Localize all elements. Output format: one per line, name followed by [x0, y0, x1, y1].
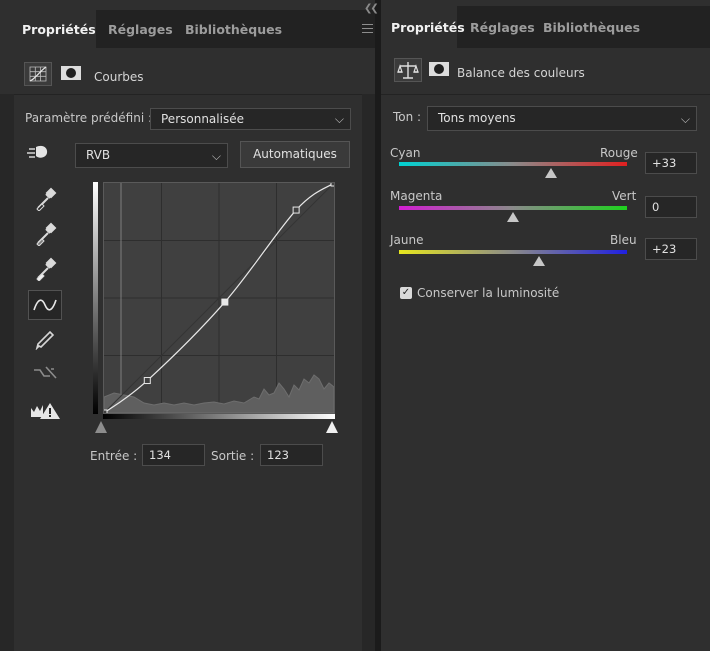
tone-dropdown[interactable]: Tons moyens ⌵	[427, 106, 697, 131]
curve-point[interactable]	[292, 206, 300, 214]
chevron-down-icon: ⌵	[680, 112, 690, 126]
cyan-red-thumb[interactable]	[544, 168, 557, 178]
adjustment-header: Courbes	[0, 48, 375, 95]
white-point-slider[interactable]	[326, 421, 338, 433]
output-label: Sortie :	[211, 449, 255, 463]
eyedropper-black-icon[interactable]	[28, 184, 62, 214]
magenta-green-field[interactable]: 0	[645, 196, 697, 218]
color-balance-icon	[394, 58, 422, 82]
eyedropper-gray-icon[interactable]	[28, 219, 62, 249]
curve-point[interactable]	[143, 377, 151, 385]
curve-point[interactable]	[104, 409, 108, 413]
panel-edge	[0, 94, 14, 651]
tab-adjustments[interactable]: Réglages	[470, 6, 535, 48]
yellow-blue-thumb[interactable]	[533, 256, 546, 266]
input-gradient-bar	[93, 182, 98, 414]
channel-dropdown[interactable]: RVB ⌵	[75, 143, 228, 168]
smooth-curve-icon[interactable]	[28, 358, 62, 388]
curve-point[interactable]	[330, 183, 334, 187]
scrollbar[interactable]	[362, 94, 375, 651]
chevron-down-icon: ⌵	[334, 112, 344, 126]
target-adjust-icon[interactable]	[25, 141, 53, 163]
curve-point-selected[interactable]	[221, 298, 229, 306]
cyan-label: Cyan	[390, 146, 421, 160]
magenta-green-track[interactable]	[399, 206, 627, 210]
adjustment-title: Balance des couleurs	[457, 66, 585, 80]
output-field[interactable]: 123	[260, 444, 323, 466]
preserve-luminosity-label: Conserver la luminosité	[417, 286, 560, 300]
input-label: Entrée :	[90, 449, 138, 463]
chevron-down-icon: ⌵	[211, 149, 221, 163]
layer-mask-icon[interactable]	[426, 58, 452, 80]
tab-properties[interactable]: Propriétés	[381, 6, 465, 48]
properties-panel-curves: Propriétés Réglages Bibliothèques Courbe…	[0, 0, 375, 651]
input-field[interactable]: 134	[142, 444, 205, 466]
tone-value: Tons moyens	[438, 111, 516, 125]
properties-panel-color-balance: Propriétés Réglages Bibliothèques Balanc…	[381, 0, 710, 651]
preset-label: Paramètre prédéfini :	[25, 111, 153, 125]
adjustment-title: Courbes	[94, 70, 144, 84]
pencil-icon[interactable]	[28, 323, 62, 353]
red-label: Rouge	[600, 146, 638, 160]
tab-bar: Propriétés Réglages Bibliothèques	[381, 6, 710, 48]
black-point-slider[interactable]	[95, 421, 107, 433]
preset-value: Personnalisée	[161, 112, 244, 126]
yellow-blue-field[interactable]: +23	[645, 238, 697, 260]
output-gradient-bar	[103, 414, 335, 419]
magenta-label: Magenta	[390, 189, 443, 203]
auto-button[interactable]: Automatiques	[240, 141, 350, 168]
adjustment-header: Balance des couleurs	[381, 48, 710, 95]
tab-adjustments[interactable]: Réglages	[108, 10, 173, 48]
panel-menu-icon[interactable]	[362, 24, 373, 33]
green-label: Vert	[612, 189, 637, 203]
tone-label: Ton :	[393, 110, 422, 124]
yellow-label: Jaune	[390, 233, 424, 247]
tab-bar: Propriétés Réglages Bibliothèques	[0, 10, 375, 48]
cyan-red-track[interactable]	[399, 162, 627, 166]
yellow-blue-track[interactable]	[399, 250, 627, 254]
tab-libraries[interactable]: Bibliothèques	[543, 6, 640, 48]
collapse-panels-icon[interactable]: ❮❮	[364, 3, 379, 14]
preserve-luminosity-checkbox[interactable]: ✓	[400, 287, 412, 299]
cyan-red-field[interactable]: +33	[645, 152, 697, 174]
channel-value: RVB	[86, 148, 111, 162]
curve-graph[interactable]	[103, 182, 335, 414]
layer-mask-icon[interactable]	[58, 62, 84, 84]
tab-properties[interactable]: Propriétés	[0, 10, 96, 48]
blue-label: Bleu	[610, 233, 637, 247]
eyedropper-white-icon[interactable]	[28, 254, 62, 284]
clipping-warning-icon[interactable]	[28, 396, 62, 426]
preset-dropdown[interactable]: Personnalisée ⌵	[150, 108, 351, 130]
curves-adjustment-icon	[24, 62, 52, 86]
curve-point-icon[interactable]	[28, 290, 62, 320]
tab-libraries[interactable]: Bibliothèques	[185, 10, 282, 48]
magenta-green-thumb[interactable]	[507, 212, 519, 222]
